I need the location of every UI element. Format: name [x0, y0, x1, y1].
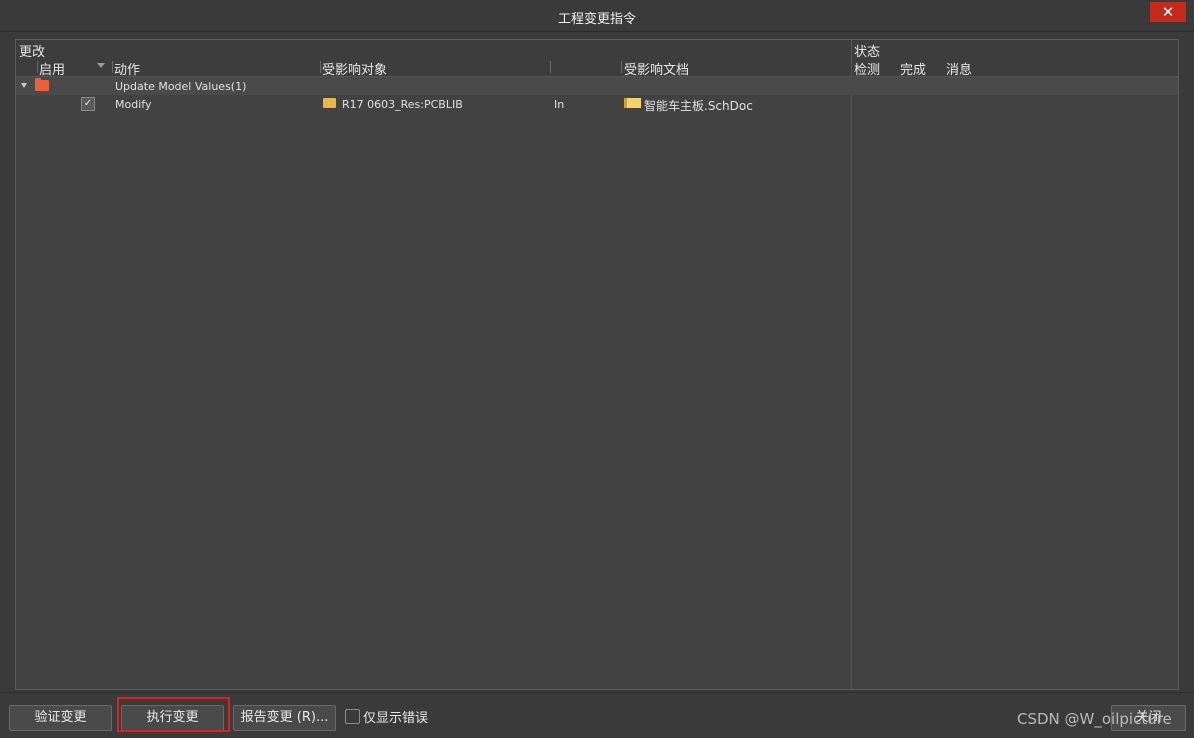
- column-header-action[interactable]: 动作: [114, 59, 140, 78]
- collapse-triangle-icon[interactable]: [21, 83, 27, 88]
- sort-down-icon[interactable]: [97, 63, 105, 68]
- highlight-box: [117, 697, 230, 732]
- column-header-message[interactable]: 消息: [946, 59, 972, 78]
- column-header-affected-object[interactable]: 受影响对象: [322, 59, 387, 78]
- only-errors-label[interactable]: 仅显示错误: [363, 707, 428, 726]
- column-separator: [550, 61, 551, 73]
- watermark: CSDN @W_oilpicture: [1017, 710, 1172, 728]
- column-separator: [621, 61, 622, 73]
- folder-icon: [323, 98, 336, 108]
- table-row-group[interactable]: Update Model Values(1): [16, 77, 1178, 95]
- row-action: Modify: [115, 98, 152, 111]
- row-affected-document: 智能车主板.SchDoc: [644, 99, 753, 113]
- row-relation: In: [554, 98, 565, 111]
- changes-grid: 更改 状态 启用 动作 受影响对象 受影响文档 检测 完成 消息 Update …: [15, 39, 1179, 690]
- schematic-doc-icon: [624, 98, 641, 108]
- column-header-enable[interactable]: 启用: [39, 59, 65, 78]
- report-changes-button[interactable]: 报告变更 (R)...: [233, 705, 336, 731]
- column-header-done[interactable]: 完成: [900, 59, 926, 78]
- only-errors-checkbox[interactable]: [345, 709, 360, 724]
- validate-changes-button[interactable]: 验证变更: [9, 705, 112, 731]
- table-row[interactable]: ✓ Modify R17 0603_Res:PCBLIB In 智能车主板.Sc…: [16, 95, 1178, 113]
- column-header-affected-document[interactable]: 受影响文档: [624, 59, 689, 78]
- folder-red-icon: [35, 78, 49, 91]
- group-action-label: Update Model Values(1): [115, 80, 247, 93]
- column-separator: [37, 61, 38, 73]
- column-separator: [320, 61, 321, 73]
- grid-group-header: 更改 状态: [16, 40, 1178, 60]
- title-bar: 工程变更指令 ✕: [0, 0, 1194, 32]
- window-title: 工程变更指令: [557, 12, 636, 27]
- row-affected-object: R17 0603_Res:PCBLIB: [342, 98, 463, 111]
- close-icon[interactable]: ✕: [1150, 2, 1186, 22]
- status-divider: [851, 40, 852, 689]
- column-header-check[interactable]: 检测: [854, 59, 880, 78]
- grid-column-header: 启用 动作 受影响对象 受影响文档 检测 完成 消息: [16, 58, 1178, 78]
- enable-checkbox[interactable]: ✓: [81, 97, 95, 111]
- column-separator: [112, 61, 113, 73]
- footer-bar: 验证变更 执行变更 报告变更 (R)... 仅显示错误 关闭 CSDN @W_o…: [0, 692, 1194, 738]
